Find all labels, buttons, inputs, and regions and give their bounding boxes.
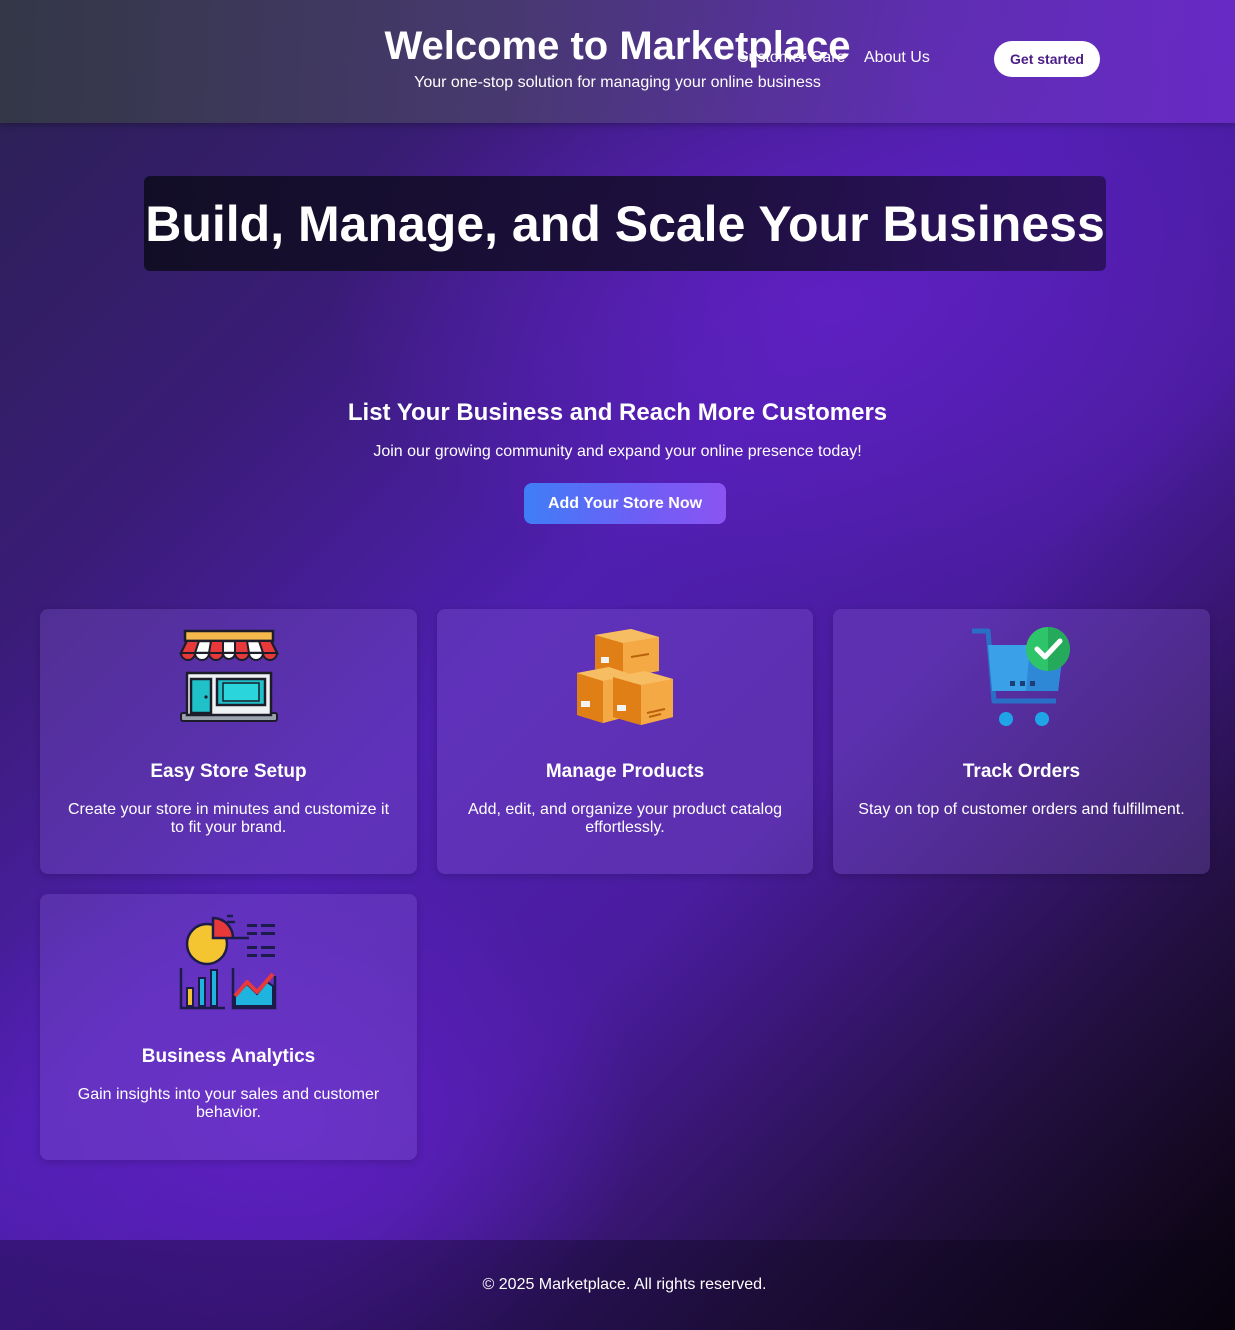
feature-description: Add, edit, and organize your product cat… (468, 801, 782, 836)
analytics-icon (40, 912, 417, 1016)
feature-description: Stay on top of customer orders and fulfi… (858, 801, 1185, 818)
feature-card-business-analytics: Business Analytics Gain insights into yo… (40, 894, 417, 1160)
feature-card-store-setup: Easy Store Setup Create your store in mi… (40, 609, 417, 874)
copyright-text: © 2025 Marketplace. All rights reserved. (482, 1276, 767, 1293)
boxes-icon (437, 627, 813, 731)
add-store-button[interactable]: Add Your Store Now (524, 483, 726, 524)
cart-check-icon (833, 627, 1210, 731)
feature-card-manage-products: Manage Products Add, edit, and organize … (437, 609, 813, 874)
hero-banner: Build, Manage, and Scale Your Business (144, 176, 1106, 271)
site-footer: © 2025 Marketplace. All rights reserved. (0, 1240, 1235, 1330)
listing-title: List Your Business and Reach More Custom… (347, 399, 888, 426)
feature-description: Gain insights into your sales and custom… (77, 1086, 380, 1121)
get-started-button[interactable]: Get started (994, 41, 1100, 77)
feature-title: Business Analytics (141, 1046, 316, 1067)
feature-card-track-orders: Track Orders Stay on top of customer ord… (833, 609, 1210, 874)
feature-title: Manage Products (545, 761, 705, 782)
nav-link-about-us[interactable]: About Us (864, 49, 930, 67)
feature-description: Create your store in minutes and customi… (67, 801, 390, 836)
nav-link-customer-care[interactable]: Customer Care (737, 49, 845, 67)
storefront-icon (40, 627, 417, 731)
site-header: Welcome to Marketplace Your one-stop sol… (0, 0, 1235, 123)
hero-title: Build, Manage, and Scale Your Business (145, 195, 1105, 252)
feature-title: Track Orders (962, 761, 1081, 782)
feature-title: Easy Store Setup (150, 761, 307, 782)
listing-subtitle: Join our growing community and expand yo… (373, 443, 862, 460)
